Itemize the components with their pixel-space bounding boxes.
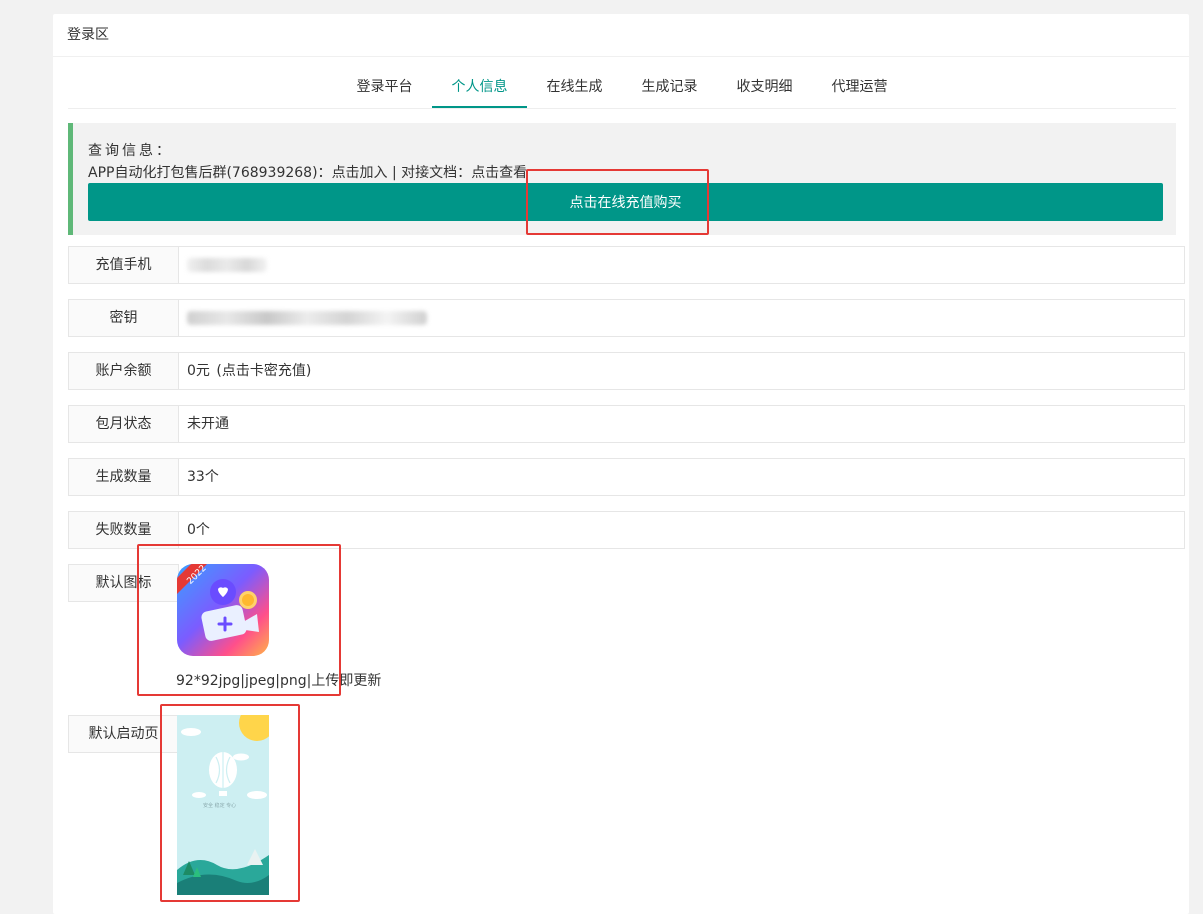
monthly-value: 未开通 [177,405,1185,443]
tab-personal-info[interactable]: 个人信息 [432,72,527,108]
notice-separator: | 对接文档： [387,165,472,181]
tab-agent-operations[interactable]: 代理运营 [812,72,907,108]
notice-box: 查询信息： APP自动化打包售后群(768939268)：点击加入 | 对接文档… [68,123,1176,235]
panel-title: 登录区 [53,14,1189,57]
balance-label: 账户余额 [68,352,179,390]
tab-generate-records[interactable]: 生成记录 [622,72,717,108]
failed-value: 0个 [177,511,1185,549]
phone-value [177,246,1185,284]
tab-income-expense[interactable]: 收支明细 [717,72,812,108]
key-label: 密钥 [68,299,179,337]
generated-row: 生成数量 33个 [68,458,1185,496]
balance-amount: 0元 [187,363,210,379]
balance-value: 0元 (点击卡密充值) [177,352,1185,390]
splash-tagline: 安全 稳定 专心 [203,802,236,809]
failed-label: 失败数量 [68,511,179,549]
generated-label: 生成数量 [68,458,179,496]
notice-title: 查询信息： [88,143,173,159]
monthly-label: 包月状态 [68,405,179,443]
default-splash-label: 默认启动页 [68,715,179,753]
tab-bar: 登录平台 个人信息 在线生成 生成记录 收支明细 代理运营 [68,72,1176,109]
balance-row: 账户余额 0元 (点击卡密充值) [68,352,1185,390]
splash-image-upload[interactable]: 安全 稳定 专心 [177,715,269,895]
notice-support-line: APP自动化打包售后群(768939268)：点击加入 | 对接文档：点击查看 [88,162,527,182]
phone-redacted [187,258,267,272]
online-recharge-button[interactable]: 点击在线充值购买 [88,183,1163,221]
phone-row: 充值手机 [68,246,1185,284]
key-row: 密钥 [68,299,1185,337]
failed-row: 失败数量 0个 [68,511,1185,549]
monthly-row: 包月状态 未开通 [68,405,1185,443]
video-camera-icon: 2022 [177,564,269,656]
phone-label: 充值手机 [68,246,179,284]
card-recharge-link[interactable]: (点击卡密充值) [216,363,311,379]
tab-login-platform[interactable]: 登录平台 [337,72,432,108]
notice-support-text: APP自动化打包售后群(768939268)： [88,165,332,181]
default-icon-label: 默认图标 [68,564,179,602]
view-docs-link[interactable]: 点击查看 [471,165,527,181]
icon-upload-hint: 92*92jpg|jpeg|png|上传即更新 [176,673,382,689]
tab-online-generate[interactable]: 在线生成 [527,72,622,108]
join-group-link[interactable]: 点击加入 [332,165,388,181]
splash-image: 安全 稳定 专心 [177,715,269,895]
app-icon-upload[interactable]: 2022 [177,564,269,656]
generated-value: 33个 [177,458,1185,496]
key-redacted [187,311,427,325]
key-value [177,299,1185,337]
